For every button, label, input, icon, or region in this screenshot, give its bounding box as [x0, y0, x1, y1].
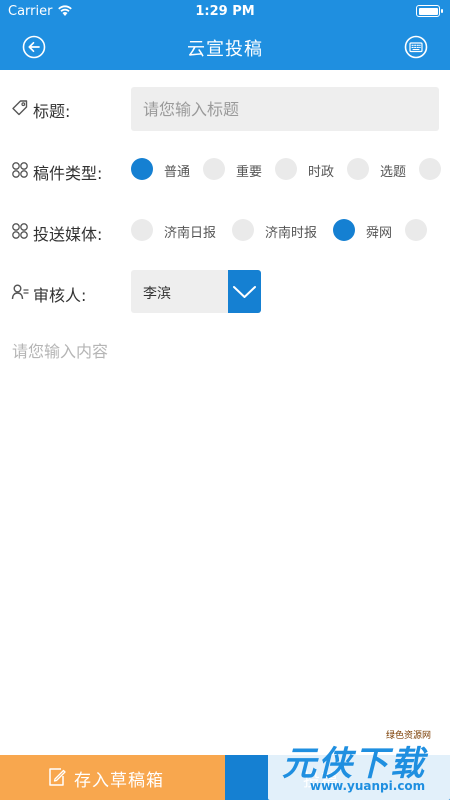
keyboard-button[interactable]: [404, 35, 428, 59]
watermark: 绿色资源网 元侠下载 www.yuanpi.com: [268, 728, 450, 800]
reviewer-select[interactable]: 李滨: [131, 270, 261, 313]
title-label: 标题:: [33, 102, 71, 121]
watermark-logo-text: 元侠下载: [282, 744, 426, 784]
watermark-url: www.yuanpi.com: [310, 779, 426, 793]
tag-icon: [12, 100, 28, 116]
type-option-label: 时政: [308, 165, 335, 180]
type-radio-important[interactable]: [203, 158, 225, 180]
type-radio-normal[interactable]: [131, 158, 153, 180]
type-radio-more[interactable]: [419, 158, 441, 180]
type-radio-topic[interactable]: [347, 158, 369, 180]
grid-icon: [12, 162, 28, 178]
media-option-label: 济南日报: [164, 226, 217, 241]
dropdown-button[interactable]: [228, 270, 261, 313]
content-input[interactable]: [0, 330, 450, 750]
save-draft-button[interactable]: 存入草稿箱: [0, 755, 225, 800]
reviewer-label: 审核人:: [33, 286, 87, 305]
media-radio-shunwang[interactable]: [333, 219, 355, 241]
media-label: 投送媒体:: [33, 225, 103, 244]
media-radio-more[interactable]: [405, 219, 427, 241]
reviewer-value: 李滨: [143, 286, 171, 302]
status-bar: Carrier 1:29 PM: [0, 0, 450, 22]
page-title: 云宣投稿: [187, 39, 263, 60]
type-option-label: 选题: [380, 165, 407, 180]
title-input[interactable]: [131, 87, 439, 131]
media-radio-jinan-daily[interactable]: [131, 219, 153, 241]
type-option-label: 普通: [164, 165, 191, 180]
grid-icon: [12, 223, 28, 239]
media-option-label: 济南时报: [265, 226, 318, 241]
media-option-label: 舜网: [366, 226, 393, 241]
status-time: 1:29 PM: [195, 4, 255, 19]
chevron-down-icon: [233, 286, 256, 298]
top-bar: Carrier 1:29 PM 云宣投稿: [0, 0, 450, 70]
battery-icon: [416, 5, 443, 17]
type-radio-politics[interactable]: [275, 158, 297, 180]
media-radio-jinan-times[interactable]: [232, 219, 254, 241]
nav-bar: 云宣投稿: [0, 24, 450, 68]
save-draft-label: 存入草稿箱: [74, 771, 164, 791]
person-icon: [11, 284, 29, 300]
edit-icon: [49, 768, 66, 786]
type-label: 稿件类型:: [33, 164, 103, 183]
type-option-label: 重要: [236, 165, 263, 180]
